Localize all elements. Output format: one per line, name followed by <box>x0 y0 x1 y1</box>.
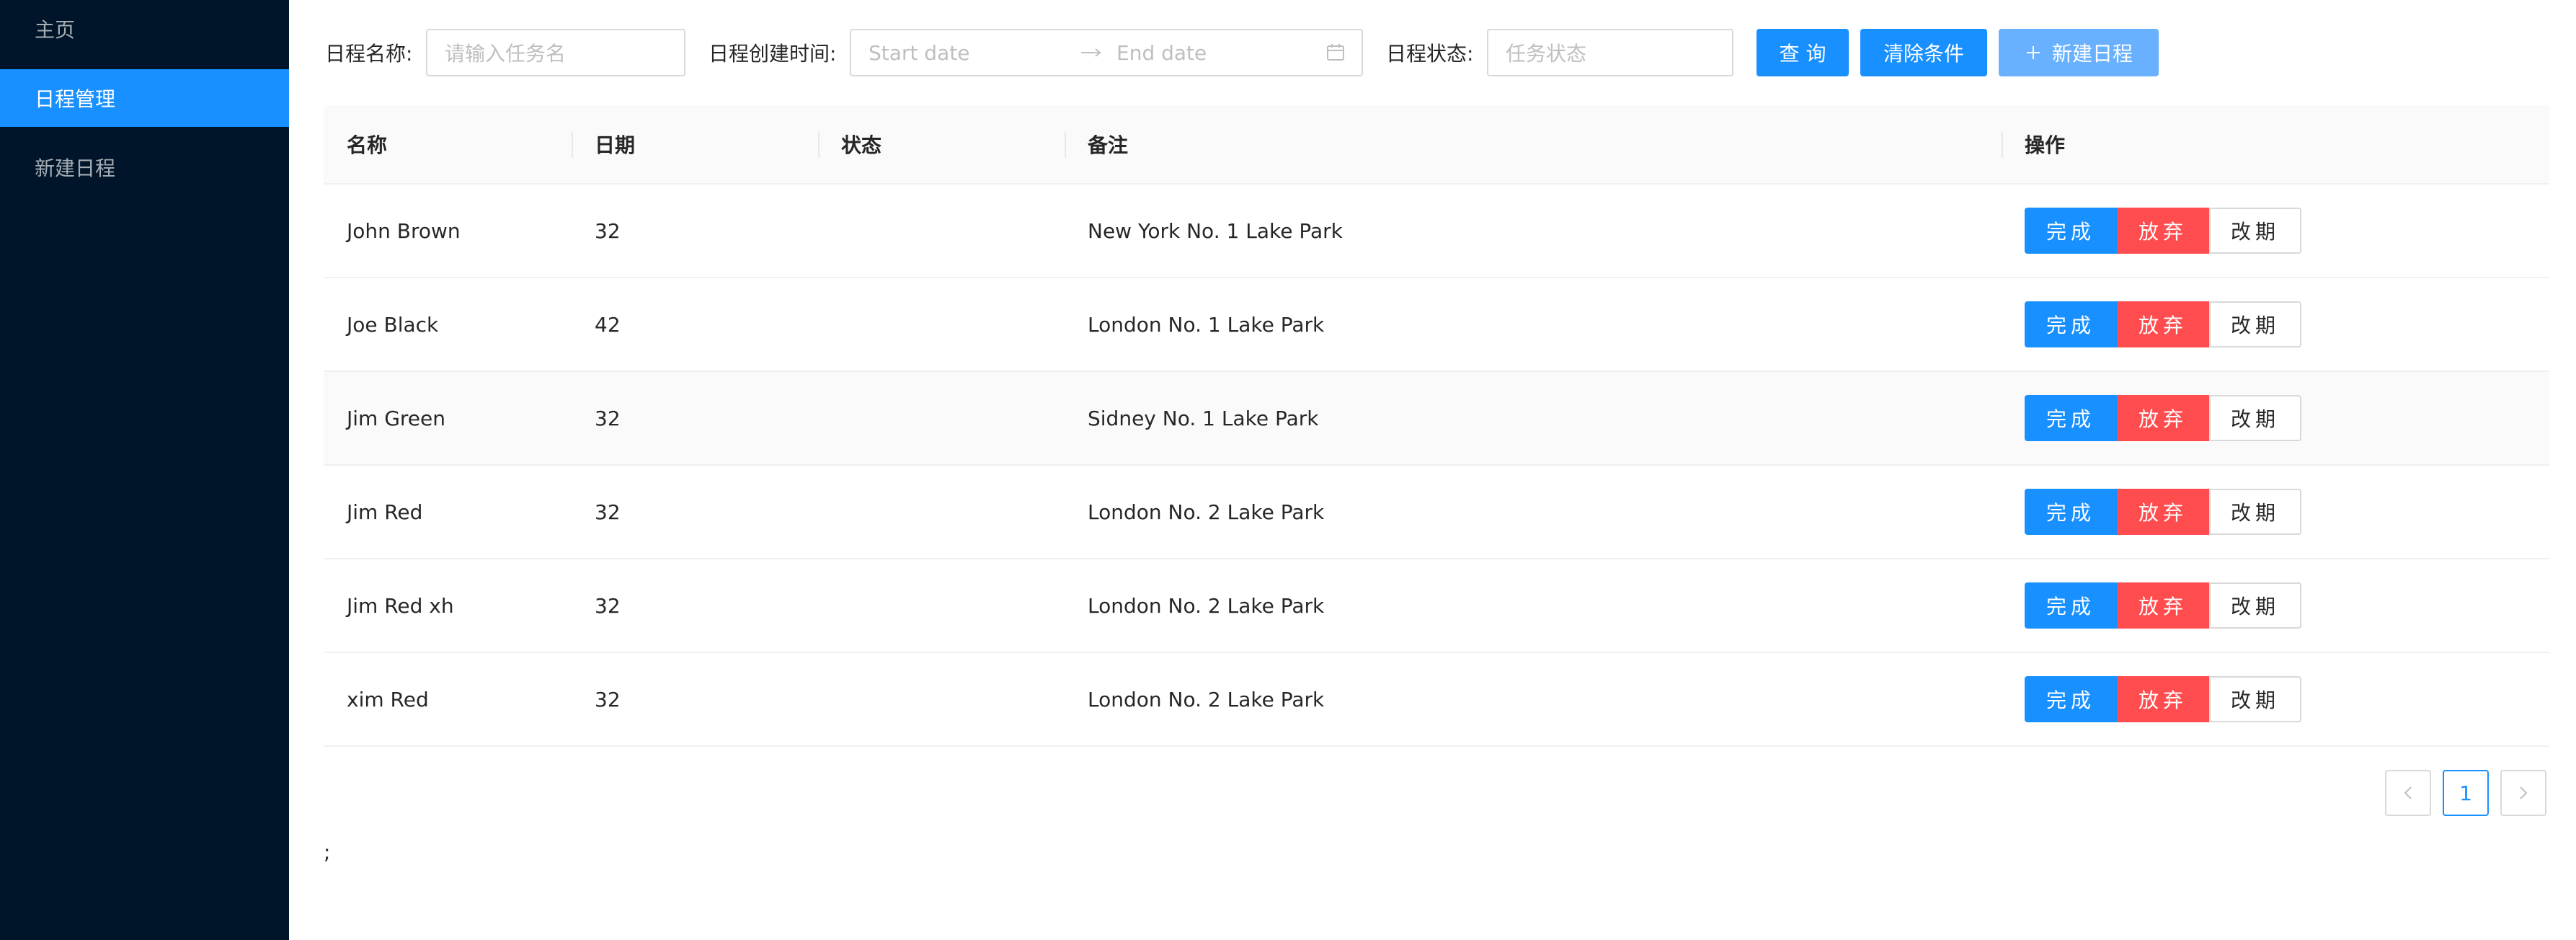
table-row: Jim Red xh 32 London No. 2 Lake Park 完成 … <box>324 559 2549 653</box>
cell-note: London No. 1 Lake Park <box>1088 312 1325 337</box>
table-row: Joe Black 42 London No. 1 Lake Park 完成 放… <box>324 278 2549 372</box>
page-number-button[interactable]: 1 <box>2443 770 2489 816</box>
cell-name: xim Red <box>347 687 429 711</box>
reschedule-button[interactable]: 改期 <box>2209 208 2301 254</box>
range-arrow-icon <box>1080 30 1102 75</box>
table-header: 名称 日期 状态 备注 操作 <box>324 105 2549 185</box>
abandon-button[interactable]: 放弃 <box>2117 301 2209 347</box>
sidebar-item-label: 主页 <box>35 18 76 42</box>
column-divider <box>1065 132 1066 158</box>
table-row: John Brown 32 New York No. 1 Lake Park 完… <box>324 185 2549 278</box>
chevron-right-icon <box>2518 784 2529 802</box>
complete-button[interactable]: 完成 <box>2025 208 2117 254</box>
start-date-input[interactable]: Start date <box>869 30 969 75</box>
complete-button[interactable]: 完成 <box>2025 301 2117 347</box>
schedule-status-label: 日程状态: <box>1386 42 1474 66</box>
complete-button[interactable]: 完成 <box>2025 489 2117 535</box>
complete-button[interactable]: 完成 <box>2025 395 2117 441</box>
cell-date: 32 <box>595 218 621 243</box>
query-button[interactable]: 查 询 <box>1756 29 1849 76</box>
cell-date: 32 <box>595 687 621 711</box>
stray-text: ; <box>324 841 331 864</box>
prev-page-button[interactable] <box>2385 770 2431 816</box>
schedule-name-input[interactable]: 请输入任务名 <box>426 29 685 76</box>
created-time-label: 日程创建时间: <box>709 42 837 66</box>
schedule-name-label: 日程名称: <box>325 42 413 66</box>
new-schedule-button-label: 新建日程 <box>2051 42 2133 66</box>
next-page-button[interactable] <box>2500 770 2546 816</box>
column-divider <box>2002 132 2003 158</box>
abandon-button[interactable]: 放弃 <box>2117 489 2209 535</box>
abandon-button[interactable]: 放弃 <box>2117 676 2209 722</box>
column-header-note: 备注 <box>1088 133 1129 157</box>
cell-name: Jim Red xh <box>347 593 454 618</box>
sidebar-item-new-schedule[interactable]: 新建日程 <box>0 138 289 196</box>
cell-note: London No. 2 Lake Park <box>1088 593 1325 618</box>
reschedule-button[interactable]: 改期 <box>2209 582 2301 629</box>
cell-date: 42 <box>595 312 621 337</box>
table-row: Jim Red 32 London No. 2 Lake Park 完成 放弃 … <box>324 466 2549 559</box>
column-header-name: 名称 <box>347 133 388 157</box>
schedule-name-placeholder: 请输入任务名 <box>445 42 567 66</box>
new-schedule-button[interactable]: 新建日程 <box>1999 29 2159 76</box>
query-button-label: 查 询 <box>1779 42 1826 66</box>
table-row: xim Red 32 London No. 2 Lake Park 完成 放弃 … <box>324 653 2549 747</box>
cell-note: New York No. 1 Lake Park <box>1088 218 1343 243</box>
reschedule-button[interactable]: 改期 <box>2209 395 2301 441</box>
cell-date: 32 <box>595 406 621 430</box>
sidebar-item-home[interactable]: 主页 <box>0 0 289 58</box>
column-header-date: 日期 <box>595 133 636 157</box>
abandon-button[interactable]: 放弃 <box>2117 395 2209 441</box>
abandon-button[interactable]: 放弃 <box>2117 582 2209 629</box>
abandon-button[interactable]: 放弃 <box>2117 208 2209 254</box>
schedule-status-select[interactable]: 任务状态 <box>1487 29 1733 76</box>
column-divider <box>818 132 820 158</box>
date-range-picker[interactable]: Start date End date <box>850 29 1363 76</box>
cell-name: Joe Black <box>347 312 439 337</box>
calendar-icon <box>1325 30 1346 75</box>
cell-name: Jim Green <box>347 406 446 430</box>
column-header-status: 状态 <box>841 133 882 157</box>
plus-icon <box>2025 44 2042 61</box>
clear-filters-button-label: 清除条件 <box>1883 42 1964 66</box>
complete-button[interactable]: 完成 <box>2025 582 2117 629</box>
cell-note: London No. 2 Lake Park <box>1088 500 1325 524</box>
cell-note: London No. 2 Lake Park <box>1088 687 1325 711</box>
cell-date: 32 <box>595 593 621 618</box>
chevron-left-icon <box>2402 784 2414 802</box>
main-content: 日程名称: 请输入任务名 日程创建时间: Start date End date… <box>289 0 2576 940</box>
sidebar: 主页 日程管理 新建日程 <box>0 0 289 940</box>
column-divider <box>572 132 573 158</box>
complete-button[interactable]: 完成 <box>2025 676 2117 722</box>
reschedule-button[interactable]: 改期 <box>2209 489 2301 535</box>
table-row: Jim Green 32 Sidney No. 1 Lake Park 完成 放… <box>324 372 2549 466</box>
cell-note: Sidney No. 1 Lake Park <box>1088 406 1319 430</box>
sidebar-item-label: 日程管理 <box>35 87 116 111</box>
column-header-actions: 操作 <box>2025 133 2066 157</box>
cell-name: John Brown <box>347 218 461 243</box>
cell-name: Jim Red <box>347 500 423 524</box>
schedule-status-placeholder: 任务状态 <box>1506 42 1587 66</box>
cell-date: 32 <box>595 500 621 524</box>
sidebar-item-schedule-management[interactable]: 日程管理 <box>0 69 289 127</box>
clear-filters-button[interactable]: 清除条件 <box>1860 29 1987 76</box>
reschedule-button[interactable]: 改期 <box>2209 676 2301 722</box>
end-date-input[interactable]: End date <box>1116 30 1207 75</box>
reschedule-button[interactable]: 改期 <box>2209 301 2301 347</box>
sidebar-item-label: 新建日程 <box>35 156 116 180</box>
